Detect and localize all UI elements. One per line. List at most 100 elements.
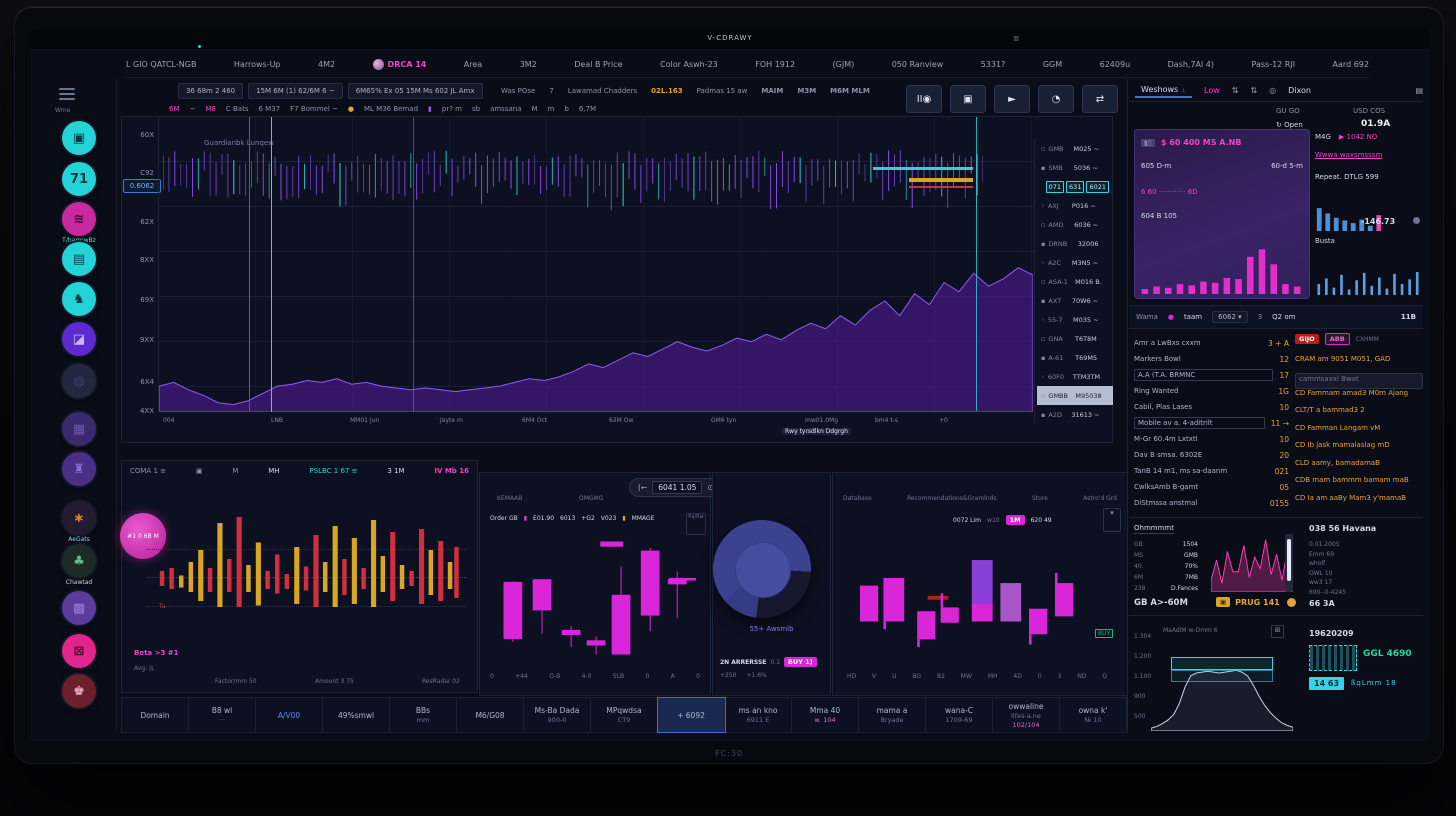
sidebar-avatar-icon[interactable]: ♞ — [62, 282, 96, 316]
bottom-bar-cell[interactable]: mama a Bryade — [859, 698, 926, 732]
allocation-donut-chart[interactable] — [713, 520, 811, 618]
menu-item[interactable]: Color Aswh-23 — [660, 60, 718, 69]
taam-label[interactable]: taam — [1184, 313, 1202, 321]
sidebar-avatar-icon[interactable]: ♜ — [62, 452, 96, 486]
open-label[interactable]: ↻ Open — [1276, 121, 1303, 129]
legend-token[interactable]: V023 — [601, 515, 617, 522]
order-book-row[interactable]: ▪ DRNB 32006 — [1037, 234, 1113, 253]
order-book-row[interactable]: ◦ 55-7 M035 ~ — [1037, 310, 1113, 329]
watchlist-row[interactable]: Cabil, Plas Lases 10 — [1134, 399, 1289, 415]
mg-arrow-value[interactable]: ▶ 1042 NO — [1339, 133, 1377, 141]
order-book-row[interactable]: ▪ A2D 31613 ~ — [1037, 405, 1113, 424]
bottom-bar-cell[interactable]: owna k' № 10 — [1060, 698, 1127, 732]
watchlist-row[interactable]: Markers Bowl 12 — [1134, 351, 1289, 367]
chart-action-button[interactable]: II◉ — [906, 85, 942, 113]
news-row[interactable]: CRAM am 9051 M051, GAD — [1295, 355, 1423, 373]
bottom-bar-cell[interactable]: 49%smwl — [323, 698, 390, 732]
selection-box-1[interactable] — [1171, 657, 1273, 670]
tab-astro[interactable]: Astro'd Grd — [1083, 495, 1117, 502]
news-row[interactable]: CD Fammam amad3 M0m Ajang — [1295, 389, 1423, 407]
toolbar-box[interactable]: 36 68m 2 460 — [178, 83, 243, 99]
corner-button[interactable]: Pq/Rw — [686, 513, 706, 535]
bottom-bar-cell[interactable]: Domain — [122, 698, 189, 732]
tab-kemaab[interactable]: KEMAAB — [497, 495, 522, 502]
menu-item[interactable]: Harrows-Up — [234, 60, 281, 69]
target-icon[interactable]: ◎ — [1269, 86, 1276, 95]
wama-label[interactable]: Wama — [1136, 313, 1158, 321]
order-book-row[interactable]: ▪ SMB 5036 ~ — [1037, 158, 1113, 177]
order-book-row[interactable]: ▫ AMD 6036 ~ — [1037, 215, 1113, 234]
pslbc-value[interactable]: PSLBC 1 67 ≡ — [309, 467, 357, 475]
order-book-row[interactable]: ▪ A-61 T69M5 — [1037, 348, 1113, 367]
news-row[interactable]: CLD aamy, bamadamaB — [1295, 459, 1423, 477]
menu-item[interactable]: GGM — [1043, 60, 1062, 69]
order-book-row[interactable]: 0716316021 — [1037, 177, 1113, 196]
bottom-bar-cell[interactable]: MPqwdsa CT9 — [591, 698, 658, 732]
legend-token[interactable]: ▮ — [622, 515, 625, 522]
news-row[interactable]: cammsaxxl Bwat — [1295, 373, 1423, 389]
menu-item[interactable]: Aard 692 — [1333, 60, 1369, 69]
selection-box-2[interactable] — [1171, 670, 1273, 682]
order-book-row[interactable]: ▫ GMB M025 ~ — [1037, 139, 1113, 158]
tab-dixon[interactable]: Dixon — [1288, 86, 1311, 95]
view-pose-label[interactable]: Was POse — [501, 87, 535, 95]
bottom-bar-cell[interactable]: owwaline lifes-a.ne 102/104 — [993, 698, 1060, 732]
news-row[interactable]: CD Ib jask mamalaslag mD — [1295, 441, 1423, 459]
gijo-badge[interactable]: GIJO — [1295, 334, 1319, 344]
indicator-token[interactable]: pr? m — [442, 105, 462, 113]
menu-item[interactable]: 3M2 — [520, 60, 537, 69]
order-book-row[interactable]: ◦ A2C M3N5 ~ — [1037, 253, 1113, 272]
chadders-label[interactable]: Lawamad Chadders — [568, 87, 637, 95]
bottom-bar-cell[interactable]: B8 wl ··· — [189, 698, 256, 732]
sidebar-avatar-icon[interactable]: ♣ — [62, 544, 96, 578]
watchlist-row[interactable]: A.A (T.A. BRMNC 17 — [1134, 367, 1289, 383]
legend-token[interactable]: Order GB — [490, 515, 518, 522]
sidebar-avatar-icon[interactable]: ▣ — [62, 121, 96, 155]
plot-area[interactable]: Guardianbk Lunqew — [158, 117, 1035, 412]
tab-low[interactable]: Low — [1204, 86, 1220, 95]
watchlist-row[interactable]: CwlksAmb B-gamt 05 — [1134, 479, 1289, 495]
abb-badge[interactable]: ABB — [1325, 333, 1350, 345]
indicator-token[interactable]: 6.7M — [579, 105, 596, 113]
news-row[interactable]: CD Famman Langam vM — [1295, 424, 1423, 442]
watchlist-row[interactable]: Amr a LwBxs cxxm 3 + A — [1134, 335, 1289, 351]
news-row[interactable]: CDB mam bammm bamam maB — [1295, 476, 1423, 494]
chart-action-button[interactable]: ▣ — [950, 85, 986, 113]
menu-item[interactable]: 4M2 — [318, 60, 335, 69]
value-dropdown[interactable]: 6062 ▾ — [1212, 311, 1248, 323]
menu-item[interactable]: Pass-12 RJI — [1251, 60, 1295, 69]
sort-icon[interactable]: ⇅ — [1232, 86, 1239, 95]
tab-database[interactable]: Database — [843, 495, 872, 502]
bottom-bar-cell[interactable]: A/V00 — [256, 698, 323, 732]
indicator-token[interactable]: ~ — [190, 105, 196, 113]
timeframe-label[interactable]: 3 1M — [387, 467, 404, 475]
expand-button[interactable]: ⊞ — [1271, 625, 1284, 638]
bottom-bar-cell[interactable]: ms an kno 6911 E — [725, 698, 792, 732]
sort-icon-2[interactable]: ⇅ — [1250, 86, 1257, 95]
menu-item[interactable]: 050 Ranview — [892, 60, 944, 69]
balance-card[interactable]: ▮▯ $ 60 400 MS A.NB 605 D-m 60-d 5-m 6 6… — [1134, 129, 1310, 299]
watchlist-row[interactable]: DiStmssa anstmal 0155 — [1134, 495, 1289, 511]
menu-item[interactable]: Area — [464, 60, 482, 69]
legend-token[interactable]: +G2 — [581, 515, 595, 522]
toolbar-box[interactable]: 6M65% Ex 05 15M Ms 602 JL Amx — [348, 83, 483, 99]
menu-item[interactable]: Dash,7Al 4) — [1168, 60, 1214, 69]
promo-link[interactable]: Wwwa waxsmsssm — [1315, 151, 1382, 159]
chart-action-button[interactable]: ► — [994, 85, 1030, 113]
legend-token[interactable]: ▮ — [524, 515, 527, 522]
indicator-token[interactable]: ▮ — [428, 105, 432, 113]
watchlist-row[interactable]: M-Gr 60.4m Lxtxtl 10 — [1134, 431, 1289, 447]
indicator-token[interactable]: b — [564, 105, 568, 113]
sidebar-avatar-icon[interactable]: ◪ — [62, 322, 96, 356]
watchlist-row[interactable]: Ring Wanted 1G — [1134, 383, 1289, 399]
prug-row[interactable]: ▣ PRUG 141 — [1216, 597, 1280, 607]
bottom-bar-cell[interactable]: + 6092 — [658, 698, 725, 732]
bottom-bar-cell[interactable]: Mma 40 w. 104 — [792, 698, 859, 732]
buy-signal-badge[interactable]: BUY — [1095, 629, 1113, 638]
menu-item[interactable]: 62409u — [1100, 60, 1131, 69]
impulse-title[interactable]: COMA 1 ≡ — [130, 467, 166, 475]
indicator-token[interactable]: F7 Bommel ~ — [290, 105, 338, 113]
indicator-token[interactable]: M8 — [205, 105, 216, 113]
bottom-bar-cell[interactable]: BBs mm — [390, 698, 457, 732]
sidebar-avatar-icon[interactable]: 71 — [62, 162, 96, 196]
